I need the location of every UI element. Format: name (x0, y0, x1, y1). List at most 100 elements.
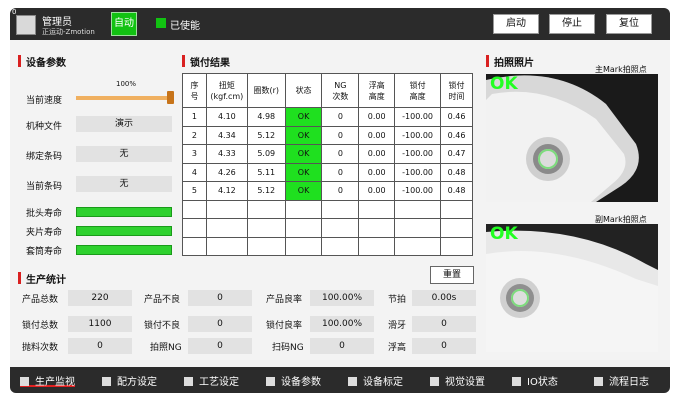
nav-io-status[interactable]: IO状态 (512, 373, 558, 388)
table-header-row: 序号 扭矩 (kgf.cm) 圈数(r) 状态 NG 次数 浮高 高度 锁付 高度 锁付… (182, 73, 473, 108)
speed-label: 当前速度 (26, 96, 63, 106)
table-row: 1 4.10 4.98 OK 0 0.00 -100.00 0.46 (182, 107, 473, 127)
stat-label: 拍照NG (150, 343, 182, 353)
col-header-status: 状态 (284, 73, 323, 108)
stat-value: 0 (188, 316, 252, 332)
stats-reset-button[interactable]: 重置 (430, 266, 474, 284)
stat-label: 锁付良率 (266, 321, 303, 331)
table-row: 3 4.33 5.09 OK 0 0.00 -100.00 0.47 (182, 144, 473, 164)
checkbox-icon (594, 377, 603, 386)
stat-value: 1100 (68, 316, 132, 332)
status-ok-cell: OK (284, 107, 323, 127)
table-row: 2 4.34 5.12 OK 0 0.00 -100.00 0.46 (182, 125, 473, 145)
user-subtitle: 正运动-Zmotion (42, 28, 95, 36)
speed-slider-handle[interactable] (167, 91, 174, 104)
table-row-empty (182, 218, 473, 238)
hmi-screen: 0 管理员 正运动-Zmotion 自动 已使能 启动 停止 复位 设备参数 1… (10, 8, 670, 393)
stat-label: 扫码NG (272, 343, 304, 353)
table-row: 4 4.26 5.11 OK 0 0.00 -100.00 0.48 (182, 162, 473, 182)
auto-mode-button[interactable]: 自动 (111, 12, 137, 36)
main-mark-photo[interactable]: OK (486, 74, 658, 202)
sub-mark-result: OK (490, 224, 518, 244)
stat-value: 0 (310, 338, 374, 354)
table-row-empty (182, 199, 473, 219)
main-mark-result: OK (490, 74, 518, 94)
nav-recipe-settings[interactable]: 配方设定 (102, 373, 157, 388)
nav-process-log[interactable]: 流程日志 (594, 373, 649, 388)
stat-label: 产品良率 (266, 295, 303, 305)
bit-life-label: 批头寿命 (26, 209, 63, 219)
stat-value: 100.00% (310, 316, 374, 332)
checkbox-icon (20, 377, 29, 386)
sleeve-life-bar (76, 245, 172, 255)
stat-label: 节拍 (388, 295, 407, 305)
checkbox-icon (512, 377, 521, 386)
current-barcode-label: 当前条码 (26, 182, 63, 192)
col-header-turns: 圈数(r) (246, 73, 286, 108)
speed-slider-track[interactable] (76, 96, 172, 100)
stat-label: 锁付不良 (144, 321, 181, 331)
nav-device-params[interactable]: 设备参数 (266, 373, 321, 388)
nav-device-calibration[interactable]: 设备标定 (348, 373, 403, 388)
stat-value: 0 (68, 338, 132, 354)
stat-value: 0 (188, 338, 252, 354)
stat-label: 产品不良 (144, 295, 181, 305)
top-bar: 0 管理员 正运动-Zmotion 自动 已使能 启动 停止 复位 (10, 8, 670, 40)
user-name: 管理员 (42, 17, 72, 28)
speed-percent: 100% (116, 80, 137, 88)
reset-button[interactable]: 复位 (606, 14, 652, 34)
checkbox-icon (266, 377, 275, 386)
sub-mark-photo[interactable]: OK (486, 224, 658, 352)
model-file-label: 机种文件 (26, 122, 63, 132)
checkbox-icon (430, 377, 439, 386)
stat-value: 100.00% (310, 290, 374, 306)
sleeve-life-label: 套筒寿命 (26, 247, 63, 257)
stat-label: 产品总数 (22, 295, 59, 305)
stat-label: 滑牙 (388, 321, 407, 331)
photos-title: 拍照照片 (486, 54, 534, 69)
start-button[interactable]: 启动 (493, 14, 539, 34)
clip-life-label: 夹片寿命 (26, 228, 63, 238)
stat-value: 0 (188, 290, 252, 306)
status-ok-cell: OK (284, 125, 323, 145)
user-avatar-icon[interactable] (16, 15, 36, 35)
lock-results-table: 序号 扭矩 (kgf.cm) 圈数(r) 状态 NG 次数 浮高 高度 锁付 高度 锁付… (182, 73, 473, 256)
col-header-index: 序号 (182, 73, 207, 108)
col-header-torque: 扭矩 (kgf.cm) (205, 73, 248, 108)
bottom-nav: 生产监视 配方设定 工艺设定 设备参数 设备标定 视觉设置 IO状态 流程日志 (10, 367, 670, 393)
clip-life-bar (76, 226, 172, 236)
stat-label: 锁付总数 (22, 321, 59, 331)
current-barcode-value: 无 (76, 176, 172, 192)
nav-process-settings[interactable]: 工艺设定 (184, 373, 239, 388)
bound-barcode-label: 绑定条码 (26, 152, 63, 162)
status-ok-cell: OK (284, 181, 323, 201)
stat-value: 0.00s (412, 290, 476, 306)
table-row-empty (182, 236, 473, 256)
col-header-lock-height: 锁付 高度 (394, 73, 442, 108)
stat-label: 抛料次数 (22, 343, 59, 353)
stat-value: 0 (412, 316, 476, 332)
enable-status: 已使能 (170, 21, 200, 32)
stat-value: 220 (68, 290, 132, 306)
status-ok-cell: OK (284, 144, 323, 164)
col-header-ng: NG 次数 (321, 73, 360, 108)
col-header-float: 浮高 高度 (358, 73, 396, 108)
status-ok-cell: OK (284, 162, 323, 182)
col-header-lock-time: 锁付 时间 (440, 73, 473, 108)
model-file-value[interactable]: 演示 (76, 116, 172, 132)
device-params-title: 设备参数 (18, 54, 66, 69)
checkbox-icon (348, 377, 357, 386)
stat-label: 浮高 (388, 343, 407, 353)
checkbox-icon (102, 377, 111, 386)
nav-vision-settings[interactable]: 视觉设置 (430, 373, 485, 388)
nav-production-monitor[interactable]: 生产监视 (20, 373, 75, 388)
checkbox-icon (184, 377, 193, 386)
table-row: 5 4.12 5.12 OK 0 0.00 -100.00 0.48 (182, 181, 473, 201)
stop-button[interactable]: 停止 (549, 14, 595, 34)
enable-indicator-icon (156, 18, 166, 28)
stat-value: 0 (412, 338, 476, 354)
bound-barcode-value: 无 (76, 146, 172, 162)
bit-life-bar (76, 207, 172, 217)
production-title: 生产统计 (18, 271, 66, 286)
lock-results-title: 锁付结果 (182, 54, 230, 69)
